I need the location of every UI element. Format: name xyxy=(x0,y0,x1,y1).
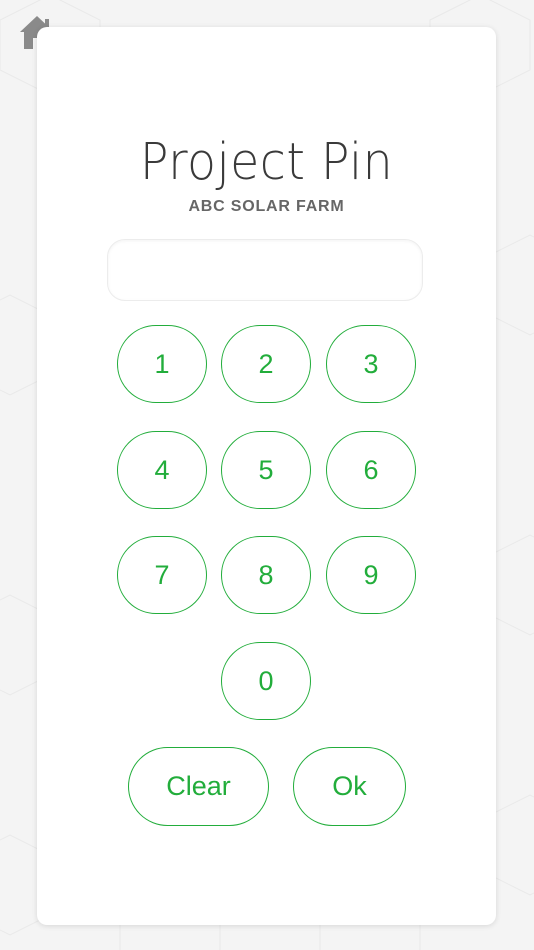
key-3-button[interactable]: 3 xyxy=(326,325,416,403)
key-8-button[interactable]: 8 xyxy=(221,536,311,614)
key-7-button[interactable]: 7 xyxy=(117,536,207,614)
key-2-button[interactable]: 2 xyxy=(221,325,311,403)
key-4-button[interactable]: 4 xyxy=(117,431,207,509)
key-9-button[interactable]: 9 xyxy=(326,536,416,614)
pin-card: Project Pin ABC SOLAR FARM 1 2 3 4 5 6 7… xyxy=(37,27,496,925)
project-name-subtitle: ABC SOLAR FARM xyxy=(188,198,345,215)
pin-input[interactable] xyxy=(107,239,423,301)
clear-button[interactable]: Clear xyxy=(128,747,269,826)
ok-button[interactable]: Ok xyxy=(293,747,406,826)
key-1-button[interactable]: 1 xyxy=(117,325,207,403)
key-0-button[interactable]: 0 xyxy=(221,642,311,720)
page-title: Project Pin xyxy=(139,133,394,192)
key-6-button[interactable]: 6 xyxy=(326,431,416,509)
key-5-button[interactable]: 5 xyxy=(221,431,311,509)
